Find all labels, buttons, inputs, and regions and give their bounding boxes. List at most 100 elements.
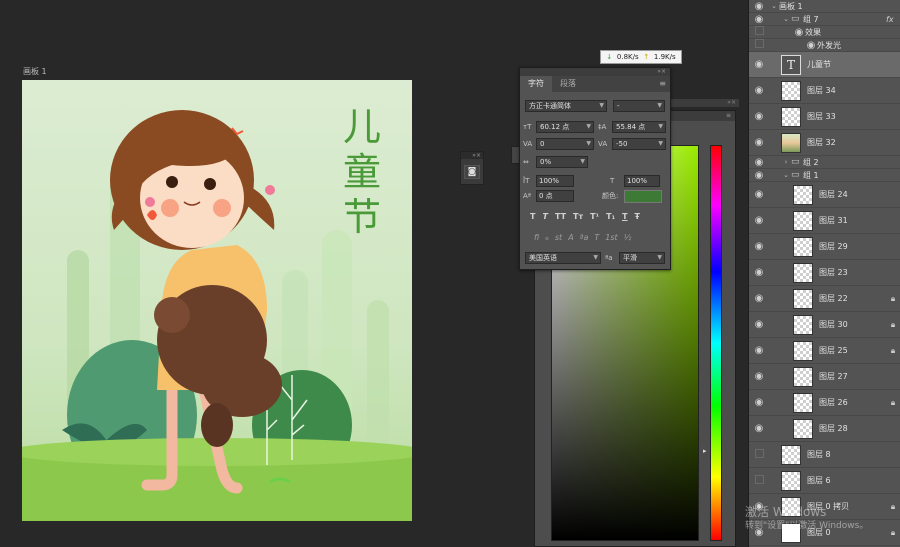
eye-icon[interactable]: ◉ [749,527,769,538]
eye-icon[interactable]: ◉ [749,111,769,122]
layer-row-outer-glow[interactable]: ◉ 外发光 [749,39,900,52]
chevron-right-icon[interactable]: › [781,158,791,166]
fx-icon[interactable]: fx [886,15,900,24]
lock-icon[interactable]: 🔒︎ [886,528,900,538]
eye-icon[interactable]: ◉ [749,215,769,226]
collapsed-panel-dock[interactable]: »× ◙ [460,151,484,185]
layer-row[interactable]: ◉ 图层 23 [749,260,900,286]
underline-button[interactable]: T [622,212,627,221]
baseline-shift-field[interactable]: 0 点 [536,190,574,202]
panel-collapse-icon[interactable]: »× [520,68,670,76]
lock-icon[interactable]: 🔒︎ [886,320,900,330]
layer-row[interactable]: ◉ 图层 28 [749,416,900,442]
document-canvas-area[interactable]: 画板 1 儿 童 节 ↓ 0.8K/s ↑ 1.9K/s »× ◙ »× ≡ ▸… [0,0,748,547]
chevron-down-icon[interactable]: ⌄ [781,15,791,23]
tab-paragraph[interactable]: 段落 [552,76,584,92]
vertical-scale-field[interactable]: 100% [536,175,574,187]
eye-icon[interactable]: ◉ [749,345,769,356]
eye-icon[interactable]: ◉ [749,501,769,512]
kerning-field[interactable]: 0 ▼ [536,138,594,150]
layer-row-text[interactable]: ◉ T 儿童节 [749,52,900,78]
subscript-button[interactable]: T₁ [606,212,615,221]
font-style-select[interactable]: - ▼ [613,100,665,112]
tracking-field[interactable]: -50 ▼ [612,138,666,150]
character-panel[interactable]: »× 字符 段落 ≡ 方正卡通简体 ▼ - ▼ тT 60.12 点 ▼ ‡A … [519,67,671,270]
lock-icon[interactable]: 🔒︎ [886,294,900,304]
tab-character[interactable]: 字符 [520,76,552,92]
font-size-field[interactable]: 60.12 点 ▼ [536,121,594,133]
layer-row[interactable]: ◉ 图层 30 🔒︎ [749,312,900,338]
eye-icon[interactable]: ◉ [749,170,769,181]
chevron-down-icon[interactable]: ⌄ [781,171,791,179]
eye-off-icon[interactable] [749,475,769,487]
bold-button[interactable]: T [530,212,535,221]
layer-row[interactable]: ◉ 图层 25 🔒︎ [749,338,900,364]
eye-icon[interactable]: ◉ [793,27,805,38]
layer-row[interactable]: ◉ 图层 34 [749,78,900,104]
panel-collapse-icon[interactable]: »× [671,99,739,107]
all-caps-button[interactable]: TT [555,212,566,221]
antialias-select[interactable]: 平滑 ▼ [619,252,665,264]
artboard-title[interactable]: 画板 1 [23,66,47,77]
superscript-button[interactable]: T¹ [590,212,599,221]
tsume-field[interactable]: 0% ▼ [536,156,588,168]
artboard-illustration[interactable]: 儿 童 节 [22,80,412,521]
layer-row[interactable]: ◉ 图层 31 [749,208,900,234]
ordinals-button[interactable]: 1st [605,233,617,242]
glyphs-panel-icon[interactable]: ◙ [464,165,480,179]
ligatures-button[interactable]: fi [534,233,539,242]
language-select[interactable]: 美国英语 ▼ [525,252,601,264]
small-caps-button[interactable]: Tт [573,212,583,221]
stylistic-alternates-button[interactable]: ªa [580,233,589,242]
layer-row-hidden[interactable]: 图层 8 [749,442,900,468]
layers-panel[interactable]: ◉ ⌄ 画板 1 ◉ ⌄ ▭ 组 7 fx ◉ 效果 ◉ 外发光 ◉ T 儿童节… [748,0,900,547]
collapse-icon[interactable]: »× [461,152,483,159]
eye-icon[interactable]: ◉ [749,14,769,25]
swash-button[interactable]: A [568,233,573,242]
layer-row-group-1[interactable]: ◉ ⌄ ▭ 组 1 [749,169,900,182]
layer-row[interactable]: ◉ 图层 22 🔒︎ [749,286,900,312]
eye-icon[interactable]: ◉ [749,397,769,408]
contextual-alternates-button[interactable]: ℴ [545,233,549,242]
eye-icon[interactable]: ◉ [749,267,769,278]
layer-row[interactable]: ◉ 图层 26 🔒︎ [749,390,900,416]
eye-icon[interactable]: ◉ [749,371,769,382]
eye-icon[interactable]: ◉ [749,85,769,96]
eye-icon[interactable]: ◉ [749,137,769,148]
layer-row-effects[interactable]: ◉ 效果 [749,26,900,39]
layer-row[interactable]: ◉ 图层 24 [749,182,900,208]
eye-icon[interactable]: ◉ [805,40,817,51]
eye-icon[interactable]: ◉ [749,241,769,252]
panel-menu-icon[interactable]: ≡ [659,79,666,88]
lock-icon[interactable]: 🔒︎ [886,346,900,356]
eye-icon[interactable]: ◉ [749,189,769,200]
layer-row-artboard[interactable]: ◉ ⌄ 画板 1 [749,0,900,13]
strikethrough-button[interactable]: Ŧ [635,212,640,221]
lock-icon[interactable]: 🔒︎ [886,398,900,408]
italic-button[interactable]: T [542,212,547,221]
layer-row-hidden[interactable]: 图层 6 [749,468,900,494]
eye-icon[interactable]: ◉ [749,59,769,70]
discretionary-ligatures-button[interactable]: st [555,233,562,242]
layer-row[interactable]: ◉ 图层 0 🔒︎ [749,520,900,546]
layer-row[interactable]: ◉ 图层 32 [749,130,900,156]
text-color-swatch[interactable] [624,190,662,203]
hue-marker-icon[interactable]: ▸ [703,447,707,455]
fractions-button[interactable]: ½ [624,233,632,242]
eye-icon[interactable]: ◉ [749,1,769,12]
leading-field[interactable]: 55.84 点 ▼ [612,121,666,133]
layer-row[interactable]: ◉ 图层 29 [749,234,900,260]
layer-row[interactable]: ◉ 图层 27 [749,364,900,390]
eye-icon[interactable]: ◉ [749,423,769,434]
eye-icon[interactable]: ◉ [749,157,769,168]
chevron-down-icon[interactable]: ⌄ [769,2,779,10]
eye-icon[interactable]: ◉ [749,293,769,304]
layer-row-group-7[interactable]: ◉ ⌄ ▭ 组 7 fx [749,13,900,26]
eye-off-icon[interactable] [749,449,769,461]
titling-alternates-button[interactable]: T [594,233,599,242]
horizontal-scale-field[interactable]: 100% [624,175,660,187]
hue-slider[interactable] [710,145,722,541]
layer-row[interactable]: ◉ 图层 0 拷贝 🔒︎ [749,494,900,520]
eye-icon[interactable]: ◉ [749,319,769,330]
font-family-select[interactable]: 方正卡通简体 ▼ [525,100,607,112]
